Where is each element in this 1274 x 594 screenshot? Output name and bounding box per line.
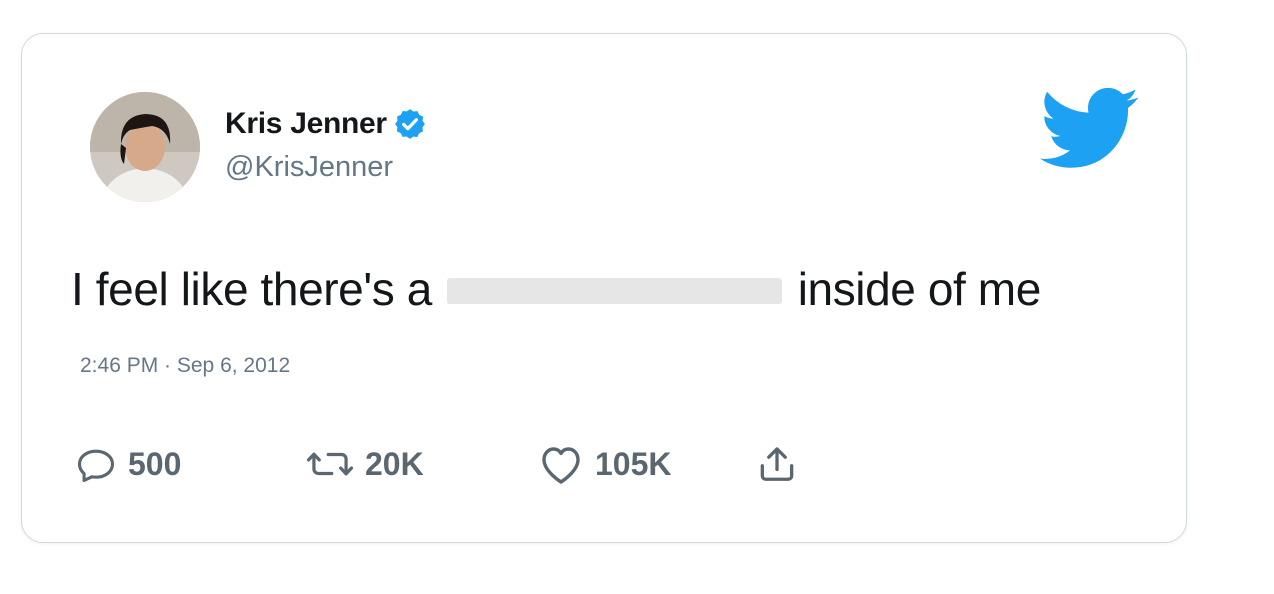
redacted-text: [447, 277, 783, 304]
user-handle[interactable]: @KrisJenner: [225, 151, 393, 184]
reply-button[interactable]: 500: [74, 442, 305, 486]
retweet-button[interactable]: 20K: [305, 442, 537, 486]
tweet-text: I feel like there's a inside of me: [71, 262, 1041, 316]
twitter-bird-icon[interactable]: [1040, 86, 1140, 172]
tweet-text-start: I feel like there's a: [71, 263, 432, 315]
retweet-icon: [305, 442, 355, 486]
tweet-actions: 500 20K 105K: [74, 442, 799, 486]
verified-badge-icon: [393, 107, 427, 141]
reply-icon: [74, 442, 118, 486]
like-button[interactable]: 105K: [537, 442, 755, 486]
tweet-card: Kris Jenner @KrisJenner I feel like ther…: [21, 33, 1187, 543]
share-icon: [755, 442, 799, 486]
tweet-text-end: inside of me: [797, 263, 1042, 315]
tweet-timestamp[interactable]: 2:46 PM · Sep 6, 2012: [80, 354, 290, 378]
like-count: 105K: [595, 445, 672, 482]
display-name[interactable]: Kris Jenner: [225, 107, 387, 141]
reply-count: 500: [128, 445, 182, 482]
display-name-row: Kris Jenner: [225, 107, 427, 141]
heart-icon: [537, 442, 585, 486]
avatar-photo: [90, 92, 200, 202]
share-button[interactable]: [755, 442, 799, 486]
retweet-count: 20K: [365, 445, 424, 482]
avatar[interactable]: [90, 92, 200, 202]
